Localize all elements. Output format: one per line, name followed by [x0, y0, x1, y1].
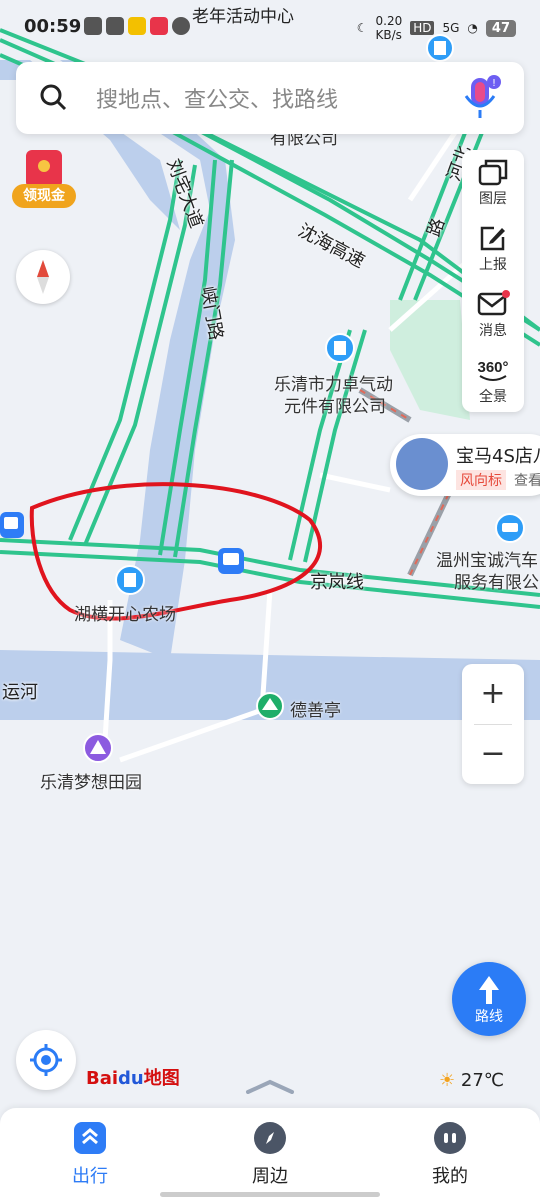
red-packet-label: 领现金 — [12, 184, 76, 208]
search-icon — [40, 84, 67, 111]
nav-nearby-label: 周边 — [252, 1166, 288, 1187]
poi-label-wenzhou-2[interactable]: 服务有限公 — [454, 568, 539, 593]
nav-travel-label: 出行 — [72, 1166, 108, 1187]
locate-button[interactable] — [16, 1030, 76, 1090]
network-speed: 0.20 KB/s — [375, 14, 403, 42]
messages-button[interactable]: 消息 — [462, 282, 524, 346]
edit-icon — [480, 226, 505, 251]
route-label: 路线 — [475, 1009, 503, 1025]
report-label: 上报 — [479, 257, 507, 273]
battery-indicator: 47 — [485, 19, 516, 37]
zoom-out-button[interactable]: − — [462, 724, 524, 784]
status-bar: 00:59 老年活动中心 ☾ 0.20 KB/s HD 5G ◔ 47 — [0, 0, 540, 52]
panorama-icon: 360° — [477, 359, 509, 381]
road-label-yunhe: 运河 — [2, 682, 38, 703]
app-icon — [106, 17, 124, 35]
poi-card-title: 宝马4S店八 — [456, 446, 540, 467]
search-placeholder[interactable]: 搜地点、查公交、找路线 — [96, 82, 338, 114]
store-thumbnail — [396, 438, 448, 490]
report-button[interactable]: 上报 — [462, 216, 524, 280]
svg-text:!: ! — [492, 78, 496, 89]
bottom-nav: 出行 周边 我的 — [0, 1108, 540, 1200]
car-service-icon — [495, 513, 525, 543]
app-red-icon — [150, 17, 168, 35]
panorama-button[interactable]: 360° 全景 — [462, 348, 524, 412]
zoom-divider — [474, 724, 512, 725]
layers-icon — [478, 159, 508, 186]
travel-icon — [74, 1122, 106, 1154]
messages-label: 消息 — [479, 323, 507, 339]
nav-travel[interactable]: 出行 — [30, 1122, 150, 1188]
zoom-controls: + − — [462, 664, 524, 784]
status-time: 00:59 — [24, 16, 82, 37]
playground-icon — [83, 733, 113, 763]
mail-icon — [477, 290, 510, 316]
poi-card-more[interactable]: 查看 — [514, 470, 540, 490]
nav-nearby[interactable]: 周边 — [210, 1122, 330, 1188]
layers-button[interactable]: 图层 — [462, 150, 524, 214]
weather-indicator: ☀ 27℃ — [439, 1070, 504, 1091]
poi-card-tag: 风向标 — [456, 470, 506, 490]
layers-label: 图层 — [479, 191, 507, 207]
home-indicator — [160, 1192, 380, 1197]
app-yellow-icon — [128, 17, 146, 35]
pavilion-icon — [256, 692, 284, 720]
poi-pin-lifang — [325, 333, 355, 363]
zoom-in-button[interactable]: + — [462, 664, 524, 724]
wechat-icon — [84, 17, 102, 35]
nav-mine-label: 我的 — [432, 1166, 468, 1187]
voice-mic-icon[interactable]: ! — [460, 74, 502, 122]
poi-card-bmw[interactable]: 宝马4S店八 风向标 查看 — [390, 434, 540, 496]
status-top-label: 老年活动中心 — [192, 7, 294, 27]
nav-mine[interactable]: 我的 — [390, 1122, 510, 1188]
route-arrow-icon — [479, 976, 499, 1004]
profile-icon — [434, 1122, 466, 1154]
poi-pin-farm — [115, 565, 145, 595]
sun-cloud-icon: ☀ — [439, 1070, 456, 1091]
map-toolbar: 图层 上报 消息 360° 全景 — [462, 150, 524, 412]
poi-label-dream[interactable]: 乐清梦想田园 — [40, 768, 142, 793]
nearby-compass-icon — [254, 1122, 286, 1154]
search-bar[interactable]: 搜地点、查公交、找路线 ! — [16, 62, 524, 134]
road-label-jinglan: 京岚线 — [310, 572, 364, 593]
panorama-label: 全景 — [479, 389, 507, 405]
signal-label: 5G — [442, 21, 460, 35]
baidu-logo: Baidu地图 — [86, 1068, 180, 1089]
svg-text:360°: 360° — [477, 359, 508, 376]
route-button[interactable]: 路线 — [452, 962, 526, 1036]
location-target-icon — [30, 1044, 62, 1076]
poi-label-lifang-2[interactable]: 元件有限公司 — [284, 392, 386, 417]
poi-label-deshanting[interactable]: 德善亭 — [290, 696, 341, 721]
hd-badge: HD — [410, 21, 435, 35]
bus-stop-left-icon — [0, 512, 24, 538]
app-circle-icon — [172, 17, 190, 35]
temperature: 27℃ — [460, 1070, 504, 1091]
compass-button[interactable] — [16, 250, 70, 304]
poi-label-farm[interactable]: 湖横开心农场 — [74, 600, 176, 625]
compass-icon — [37, 260, 49, 294]
red-packet-button[interactable]: 领现金 — [12, 148, 78, 212]
moon-icon: ☾ — [356, 21, 368, 35]
wifi-icon: ◔ — [467, 21, 478, 35]
bus-stop-icon — [218, 548, 244, 574]
expand-handle-icon[interactable] — [244, 1078, 296, 1094]
